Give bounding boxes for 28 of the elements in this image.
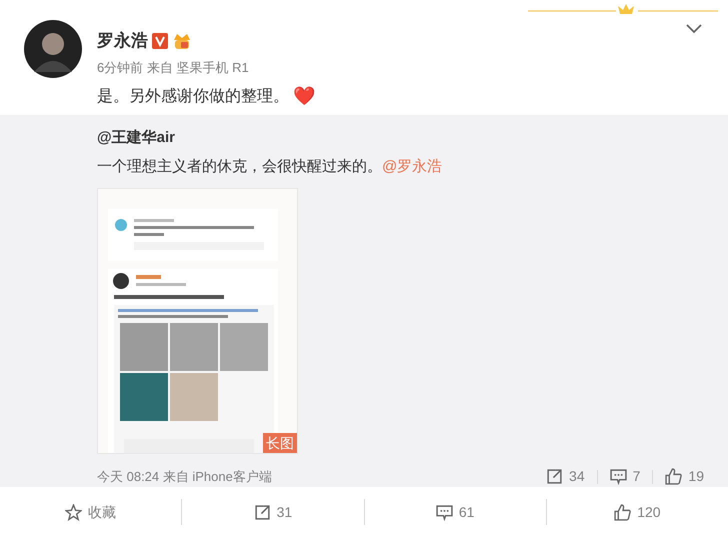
avatar[interactable] bbox=[24, 20, 82, 78]
share-icon bbox=[546, 468, 564, 485]
comment-button[interactable]: 61 bbox=[364, 487, 546, 537]
long-image-badge: 长图 bbox=[263, 433, 297, 453]
verified-badge-icon bbox=[152, 32, 168, 49]
heart-emoji: ❤ bbox=[293, 85, 315, 109]
comment-icon bbox=[610, 468, 627, 485]
favorite-button[interactable]: 收藏 bbox=[0, 487, 182, 537]
mention-link[interactable]: @罗永浩 bbox=[382, 158, 442, 174]
thumbs-up-icon bbox=[665, 468, 682, 485]
post-text: 是。另外感谢你做的整理。 bbox=[97, 86, 289, 106]
member-crown-icon bbox=[172, 32, 192, 50]
retweet-time-source: 今天 08:24 来自 iPhone客户端 bbox=[97, 468, 272, 486]
post-meta: 6分钟前 来自 坚果手机 R1 bbox=[97, 58, 250, 76]
like-button[interactable]: 120 bbox=[546, 487, 728, 537]
share-icon bbox=[254, 504, 271, 520]
repost-count-button[interactable]: 34 bbox=[546, 466, 585, 487]
retweet-text: 一个理想主义者的休克，会很快醒过来的。@罗永浩 bbox=[97, 156, 444, 176]
repost-button[interactable]: 31 bbox=[182, 487, 364, 537]
star-icon bbox=[65, 504, 82, 520]
retweet-author[interactable]: @王建华air bbox=[97, 127, 704, 150]
comment-icon bbox=[436, 504, 453, 520]
comment-count-button[interactable]: 7 bbox=[610, 466, 640, 487]
like-count-button[interactable]: 19 bbox=[665, 466, 704, 487]
thumbs-up-icon bbox=[614, 504, 632, 520]
author-name[interactable]: 罗永浩 bbox=[97, 28, 148, 54]
chevron-down-icon[interactable] bbox=[686, 24, 702, 34]
long-image-thumbnail[interactable]: 长图 bbox=[97, 188, 298, 454]
